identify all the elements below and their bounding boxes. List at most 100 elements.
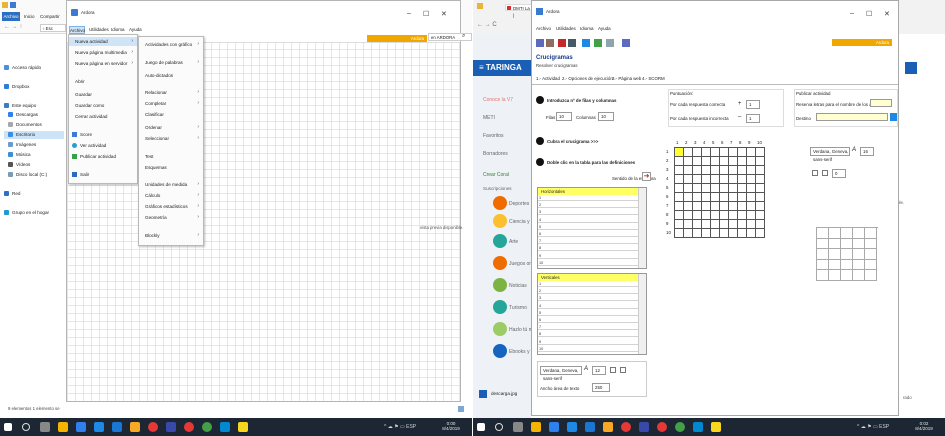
menu-item-new-server[interactable]: Nueva página en servidor › bbox=[69, 59, 137, 68]
crossword-cell[interactable] bbox=[702, 229, 711, 238]
color-picker-icon[interactable] bbox=[822, 170, 828, 176]
task-view-icon[interactable] bbox=[40, 422, 50, 432]
sidebar-item-images[interactable]: Imágenes bbox=[8, 141, 36, 149]
submenu-select[interactable]: Seleccionar › bbox=[139, 134, 203, 143]
vertical-definition-row[interactable]: 4 bbox=[538, 303, 638, 309]
crossword-cell[interactable] bbox=[729, 157, 738, 166]
crossword-cell[interactable] bbox=[756, 202, 765, 211]
menu-item-publish[interactable]: Publicar actividad bbox=[69, 152, 137, 161]
vertical-definition-row[interactable]: 5 bbox=[538, 310, 638, 316]
bold-checkbox[interactable] bbox=[610, 367, 616, 373]
crossword-cell[interactable] bbox=[738, 193, 747, 202]
search-icon[interactable] bbox=[22, 423, 30, 431]
horizontal-definition-row[interactable]: 9 bbox=[538, 253, 638, 259]
file-explorer-icon[interactable] bbox=[531, 422, 541, 432]
crossword-cell[interactable] bbox=[693, 220, 702, 229]
crossword-cell[interactable] bbox=[720, 220, 729, 229]
category-bubble-icon[interactable] bbox=[493, 278, 507, 292]
submenu-order[interactable]: Ordenar › bbox=[139, 123, 203, 132]
crossword-cell[interactable] bbox=[720, 211, 729, 220]
crossword-cell[interactable] bbox=[684, 211, 693, 220]
exit-icon[interactable] bbox=[622, 39, 630, 47]
cat-noticias[interactable]: Noticias bbox=[509, 283, 527, 289]
chrome-icon[interactable] bbox=[184, 422, 194, 432]
sidebar-item-documents[interactable]: Documentos bbox=[8, 121, 42, 129]
ardora-taskbar-icon[interactable] bbox=[711, 422, 721, 432]
crossword-cell[interactable] bbox=[729, 202, 738, 211]
menu-idioma[interactable]: Idioma bbox=[111, 27, 125, 32]
new-icon[interactable] bbox=[536, 39, 544, 47]
sidebar-item-this-pc[interactable]: Este equipo bbox=[4, 102, 36, 110]
profile-icon[interactable] bbox=[905, 62, 917, 74]
bold-checkbox[interactable] bbox=[812, 170, 818, 176]
menu-icon[interactable]: ≡ bbox=[479, 63, 486, 72]
submenu-statistics[interactable]: Gráficos estadísticos › bbox=[139, 202, 203, 211]
crossword-cell[interactable] bbox=[729, 193, 738, 202]
category-bubble-icon[interactable] bbox=[493, 300, 507, 314]
sidebar-item-downloads[interactable]: Descargas bbox=[8, 111, 38, 119]
file-explorer-icon[interactable] bbox=[58, 422, 68, 432]
crossword-cell[interactable] bbox=[720, 229, 729, 238]
nav-suscripciones[interactable]: Suscripciones bbox=[483, 186, 512, 191]
sidebar-item-music[interactable]: Música bbox=[8, 151, 31, 159]
horizontal-definition-row[interactable]: 10 bbox=[538, 260, 638, 266]
menu-item-new-multimedia[interactable]: Nueva página multimedia › bbox=[69, 48, 137, 57]
tab-compartir[interactable]: Compartir bbox=[40, 14, 60, 19]
crossword-cell[interactable] bbox=[729, 211, 738, 220]
close-icon[interactable]: ✕ bbox=[884, 10, 890, 18]
menu-ayuda[interactable]: Ayuda bbox=[598, 26, 611, 31]
crossword-cell[interactable] bbox=[711, 220, 720, 229]
crossword-cell[interactable] bbox=[684, 166, 693, 175]
crossword-cell[interactable] bbox=[693, 211, 702, 220]
crossword-cell[interactable] bbox=[756, 211, 765, 220]
crossword-cell[interactable] bbox=[756, 193, 765, 202]
submenu-calculation[interactable]: Cálculo › bbox=[139, 191, 203, 200]
cat-turismo[interactable]: Turismo bbox=[509, 305, 527, 311]
crossword-cell[interactable] bbox=[747, 148, 756, 157]
store-icon[interactable] bbox=[549, 422, 559, 432]
tab-inicio[interactable]: Inicio bbox=[24, 14, 35, 19]
search-icon[interactable]: ⌕ bbox=[462, 33, 465, 40]
crossword-cell[interactable] bbox=[738, 184, 747, 193]
crossword-cell[interactable] bbox=[684, 157, 693, 166]
crossword-cell[interactable] bbox=[702, 166, 711, 175]
task-view-icon[interactable] bbox=[513, 422, 523, 432]
crossword-cell[interactable] bbox=[738, 211, 747, 220]
crossword-cell[interactable] bbox=[684, 184, 693, 193]
crossword-cell[interactable] bbox=[675, 175, 684, 184]
submenu-blockly[interactable]: Blockly › bbox=[139, 231, 203, 240]
crossword-cell[interactable] bbox=[711, 148, 720, 157]
crossword-cell[interactable] bbox=[720, 148, 729, 157]
tab-scorm[interactable]: 4.- SCORM bbox=[642, 75, 665, 83]
crossword-cell[interactable] bbox=[756, 229, 765, 238]
crossword-cell[interactable] bbox=[684, 175, 693, 184]
crossword-cell[interactable] bbox=[675, 202, 684, 211]
menu-utilidades[interactable]: Utilidades bbox=[89, 27, 109, 32]
destination-input[interactable] bbox=[816, 113, 888, 121]
crossword-cell[interactable] bbox=[729, 175, 738, 184]
horizontal-scrollbar[interactable] bbox=[638, 188, 646, 268]
crossword-cell[interactable] bbox=[675, 184, 684, 193]
category-bubble-icon[interactable] bbox=[493, 322, 507, 336]
menu-archivo[interactable]: Archivo bbox=[69, 26, 85, 34]
cat-deportes[interactable]: Deportes bbox=[509, 201, 529, 207]
folder-icon[interactable] bbox=[603, 422, 613, 432]
crossword-cell[interactable] bbox=[747, 202, 756, 211]
sidebar-item-homegroup[interactable]: Grupo en el hogar bbox=[4, 209, 49, 217]
help-icon[interactable] bbox=[606, 39, 614, 47]
font-size-input[interactable]: 12 bbox=[592, 366, 606, 375]
horizontal-definition-row[interactable]: 3 bbox=[538, 209, 638, 216]
app-icon[interactable] bbox=[166, 422, 176, 432]
crossword-cell[interactable] bbox=[720, 175, 729, 184]
menu-item-close-activity[interactable]: Cerrar actividad bbox=[69, 112, 137, 121]
nav-favoritos[interactable]: Favoritos bbox=[483, 133, 504, 139]
crossword-cell[interactable] bbox=[720, 166, 729, 175]
crossword-cell[interactable] bbox=[756, 166, 765, 175]
crossword-cell[interactable] bbox=[711, 193, 720, 202]
sidebar-item-desktop[interactable]: Escritorio bbox=[4, 131, 64, 139]
menu-item-exit[interactable]: Salir bbox=[69, 170, 137, 179]
crossword-cell[interactable] bbox=[693, 148, 702, 157]
windows-start-icon[interactable] bbox=[4, 423, 12, 431]
vertical-definition-row[interactable]: 10 bbox=[538, 346, 638, 352]
crossword-cell[interactable] bbox=[693, 229, 702, 238]
